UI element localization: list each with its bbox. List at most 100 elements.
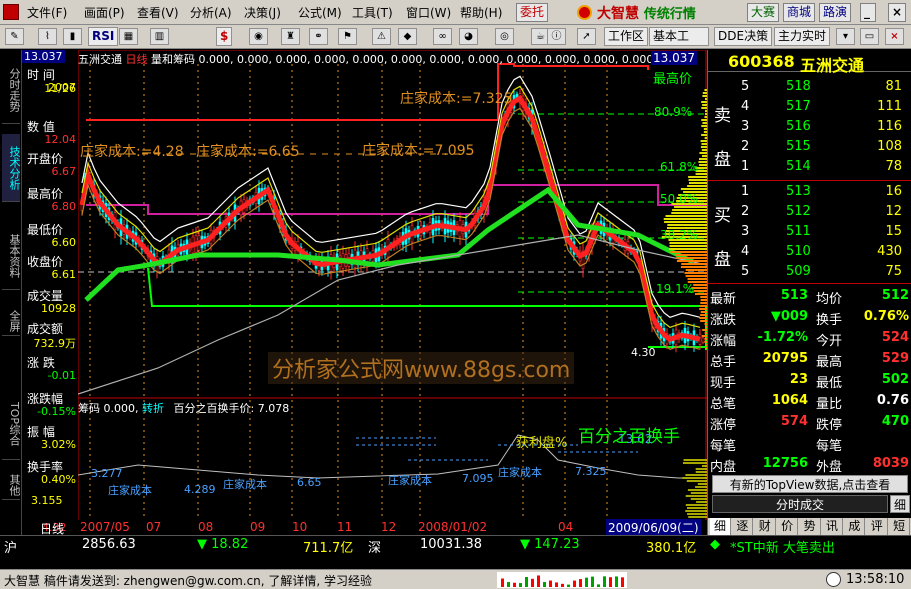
tab-intraday[interactable]: 分时走势 (2, 56, 21, 124)
menu-view[interactable]: 查看(V) (137, 4, 179, 21)
sell-level-row[interactable]: 4 517 111 (708, 97, 911, 117)
menu-analysis[interactable]: 分析(A) (190, 4, 232, 21)
fib-191: 19.1% (656, 282, 695, 296)
menu-window[interactable]: 窗口(W) (406, 4, 451, 21)
close-button[interactable]: × (888, 3, 906, 22)
buy-level-row[interactable]: 2 512 12 (708, 202, 911, 222)
strategy-icon[interactable]: ♜ (281, 28, 300, 45)
cursor-icon[interactable]: ➚ (577, 28, 596, 45)
stat-value: 524 (881, 330, 909, 345)
clock-icon (826, 572, 841, 587)
quote-tab[interactable]: 细 (710, 518, 731, 535)
sub-prefix: 筹码 (78, 402, 100, 413)
target-icon[interactable]: ◎ (495, 28, 514, 45)
rsi-button[interactable]: RSI (88, 27, 119, 46)
diamond-icon[interactable]: ◆ (398, 28, 417, 45)
kline-chart-icon[interactable]: ▮ (63, 28, 82, 45)
buy-level-row[interactable]: 5 509 75 (708, 262, 911, 282)
stat-label: 每笔 (710, 439, 737, 454)
stat-row: 最新 513 均价 512 (708, 286, 911, 307)
pencil-icon[interactable]: ✎ (5, 28, 24, 45)
menu-formula[interactable]: 公式(M) (298, 4, 342, 21)
quote-tab[interactable]: 评 (867, 518, 888, 535)
detail-button[interactable]: 细 (890, 495, 910, 513)
sell-level-row[interactable]: 5 518 81 (708, 77, 911, 97)
news-ticker[interactable]: *ST中新 大笔卖出 (730, 537, 835, 556)
stat-label: 最低 (816, 376, 843, 391)
main-force-button[interactable]: 主力实时 (774, 27, 831, 46)
menu-tools[interactable]: 工具(T) (352, 4, 393, 21)
quote-tab[interactable]: 逐 (732, 518, 754, 535)
topview-banner[interactable]: 有新的TopView数据,点击查看 (712, 475, 908, 493)
buy-level-row[interactable]: 3 511 15 (708, 222, 911, 242)
minute-chart-icon[interactable]: ⌇ (38, 28, 57, 45)
quote-tab[interactable]: 势 (800, 518, 821, 535)
info-icon[interactable]: ⓘ (547, 28, 566, 45)
tab-fullscreen[interactable]: 全屏 (2, 306, 21, 336)
menu-file[interactable]: 文件(F) (27, 4, 67, 21)
fib-809: 80.9% (654, 105, 693, 119)
menu-view-screen[interactable]: 画面(P) (84, 4, 125, 21)
contest-button[interactable]: 大赛 (747, 3, 780, 22)
kline-chart[interactable]: 五洲交通 日线 量和筹码 0.000, 0.000, 0.000, 0.000,… (40, 49, 708, 536)
globe-icon[interactable]: ◕ (459, 28, 478, 45)
tab-other[interactable]: 其他 (2, 470, 21, 500)
dropdown-icon[interactable]: ▾ (836, 28, 855, 45)
bar-chart-icon[interactable]: ▥ (150, 28, 169, 45)
level-number: 3 (741, 119, 750, 134)
menu-help[interactable]: 帮助(H) (460, 4, 502, 21)
sub-turn-val: 7.078 (257, 402, 290, 413)
mini-index-bar (573, 580, 576, 587)
quote-tab[interactable]: 成 (844, 518, 866, 535)
tab-technical[interactable]: 技术分析 (2, 134, 21, 202)
level-price: 509 (786, 264, 811, 279)
sub-chart-header: 筹码 0.000, 转折 百分之百换手价: 7.078 (78, 400, 707, 413)
eye-icon[interactable]: ◉ (249, 28, 268, 45)
info-value: 12.04 (44, 133, 77, 146)
workspace-button[interactable]: 工作区 (604, 27, 649, 46)
sell-level-row[interactable]: 1 514 78 (708, 157, 911, 177)
cost-label-3: 庄家成本:=7.095 (362, 143, 475, 159)
kline-chart-svg[interactable] (77, 49, 708, 535)
grid-icon[interactable]: ▦ (119, 28, 138, 45)
mini-index-bar (597, 584, 600, 587)
window-close-icon[interactable]: × (885, 28, 904, 45)
restore-icon[interactable]: ▭ (860, 28, 879, 45)
tab-fundamental[interactable]: 基本资料 (2, 222, 21, 290)
stat-label: 最高 (816, 355, 843, 370)
highest-label: 最高价 (653, 72, 693, 87)
link-icon[interactable]: ∞ (433, 28, 452, 45)
buy-level-row[interactable]: 4 510 430 (708, 242, 911, 262)
menu-decision[interactable]: 决策(J) (244, 4, 281, 21)
info-value: 6.80 (51, 200, 77, 213)
sell-level-row[interactable]: 2 515 108 (708, 137, 911, 157)
entrust-button[interactable]: 委托 (516, 3, 549, 22)
buy-level-row[interactable]: 1 513 16 (708, 182, 911, 202)
mini-index-bar (507, 582, 510, 587)
quote-tab[interactable]: 价 (777, 518, 799, 535)
flag-icon[interactable]: ⚑ (338, 28, 357, 45)
roadshow-button[interactable]: 路演 (819, 3, 852, 22)
mini-index-bar (621, 577, 624, 587)
minimize-button[interactable]: _ (860, 3, 876, 22)
sell-level-row[interactable]: 3 516 116 (708, 117, 911, 137)
quote-tab[interactable]: 短 (889, 518, 911, 535)
dollar-button[interactable]: $ (216, 27, 233, 46)
tab-top-composite[interactable]: TOP综合 (2, 390, 21, 460)
mini-index-bar (603, 576, 606, 587)
mall-button[interactable]: 商城 (783, 3, 816, 22)
quote-tab[interactable]: 财 (755, 518, 776, 535)
basic-tools-button[interactable]: 基本工 (649, 27, 709, 46)
level-number: 1 (741, 159, 750, 174)
quote-panel: 600368 五洲交通 卖 盘 买 盘 5 518 81 4 517 111 3 516 116… (707, 50, 911, 535)
sh-amount: 711.7亿 (303, 541, 354, 556)
menubar: 文件(F) 画面(P) 查看(V) 分析(A) 决策(J) 公式(M) 工具(T… (0, 0, 911, 25)
dde-button[interactable]: DDE决策 (714, 27, 773, 46)
mini-index-bar (561, 583, 564, 587)
warning-icon[interactable]: ⚠ (372, 28, 391, 45)
stock-name: 五洲交通 (78, 53, 122, 64)
quote-tab[interactable]: 讯 (822, 518, 843, 535)
tick-trades-button[interactable]: 分时成交 (712, 495, 888, 513)
binoculars-icon[interactable]: ⚭ (309, 28, 328, 45)
app-icon[interactable] (3, 4, 19, 20)
